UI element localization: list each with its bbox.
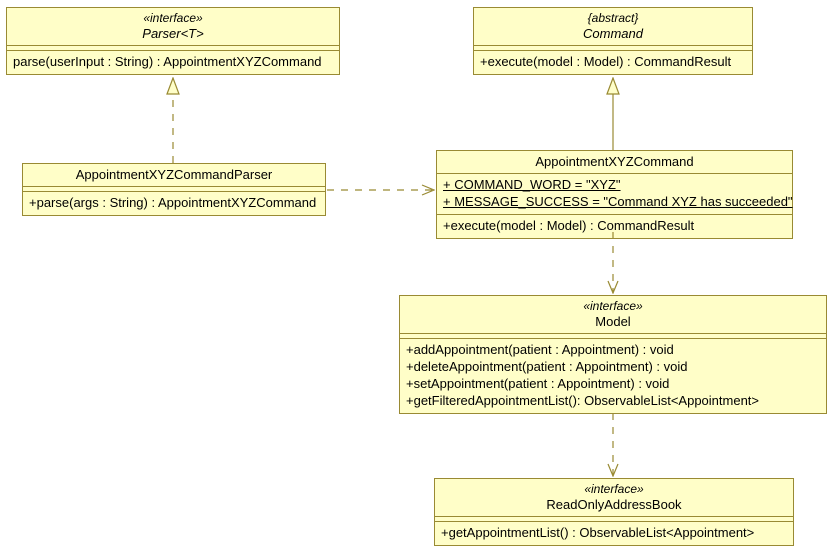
command-stereotype: {abstract} [480,11,746,26]
apptcmd-op: +execute(model : Model) : CommandResult [443,218,786,235]
model-stereotype: «interface» [406,299,820,314]
model-op2: +deleteAppointment(patient : Appointment… [406,359,820,376]
apptcmd-attr2: + MESSAGE_SUCCESS = "Command XYZ has suc… [443,194,786,211]
command-name: Command [480,26,746,42]
class-parser: «interface» Parser<T> parse(userInput : … [6,7,340,75]
roab-name: ReadOnlyAddressBook [441,497,787,513]
class-command: {abstract} Command +execute(model : Mode… [473,7,753,75]
class-model: «interface» Model +addAppointment(patien… [399,295,827,414]
cmdparser-name: AppointmentXYZCommandParser [29,167,319,183]
apptcmd-attr1: + COMMAND_WORD = "XYZ" [443,177,786,194]
roab-stereotype: «interface» [441,482,787,497]
class-cmdparser: AppointmentXYZCommandParser +parse(args … [22,163,326,216]
parser-op: parse(userInput : String) : AppointmentX… [13,54,333,71]
model-op1: +addAppointment(patient : Appointment) :… [406,342,820,359]
roab-op: +getAppointmentList() : ObservableList<A… [441,525,787,542]
command-op: +execute(model : Model) : CommandResult [480,54,746,71]
class-apptcmd: AppointmentXYZCommand + COMMAND_WORD = "… [436,150,793,239]
connectors [0,0,833,556]
class-roab: «interface» ReadOnlyAddressBook +getAppo… [434,478,794,546]
model-name: Model [406,314,820,330]
model-op4: +getFilteredAppointmentList(): Observabl… [406,393,820,410]
model-op3: +setAppointment(patient : Appointment) :… [406,376,820,393]
parser-stereotype: «interface» [13,11,333,26]
cmdparser-op: +parse(args : String) : AppointmentXYZCo… [29,195,319,212]
apptcmd-name: AppointmentXYZCommand [443,154,786,170]
parser-name: Parser<T> [13,26,333,42]
